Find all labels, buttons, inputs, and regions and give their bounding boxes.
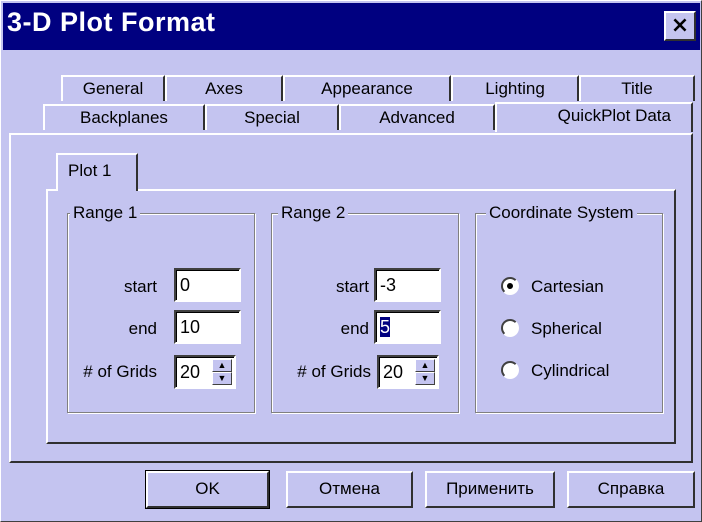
range-2-legend: Range 2 xyxy=(278,202,349,224)
tab-backplanes[interactable]: Backplanes xyxy=(43,104,205,130)
subtab-label: Plot 1 xyxy=(68,161,112,180)
range-1-legend: Range 1 xyxy=(70,202,141,224)
label-spherical[interactable]: Spherical xyxy=(531,319,602,339)
tab-label: General xyxy=(82,79,144,98)
tab-lighting[interactable]: Lighting xyxy=(451,75,579,101)
range-1-end-label: end xyxy=(128,319,157,338)
range-2-grids-spinner[interactable]: ▲ ▼ xyxy=(415,359,435,385)
spin-up-icon[interactable]: ▲ xyxy=(415,359,435,372)
range-1-start-value: 0 xyxy=(180,275,191,295)
cancel-button[interactable]: Отмена xyxy=(286,471,413,508)
window-title: 3-D Plot Format xyxy=(7,7,216,37)
coordinate-system-group: Coordinate System xyxy=(475,202,663,413)
apply-button[interactable]: Применить xyxy=(425,471,555,508)
range-2-end-label: end xyxy=(340,319,369,338)
range-2-grids-label: # of Grids xyxy=(297,362,371,381)
radio-cartesian[interactable] xyxy=(501,277,519,295)
close-icon: × xyxy=(670,13,690,38)
range-2-end-input[interactable]: 5 xyxy=(374,310,441,344)
tab-label: Axes xyxy=(205,79,243,98)
range-2-start-input[interactable]: -3 xyxy=(374,268,441,302)
help-button[interactable]: Справка xyxy=(567,471,695,508)
tab-special[interactable]: Special xyxy=(205,104,339,130)
tab-label: Appearance xyxy=(321,79,413,98)
radio-selected-dot xyxy=(507,283,513,289)
range-1-start-label: start xyxy=(123,277,157,296)
range-2-end-value: 5 xyxy=(380,317,391,337)
tab-label: Advanced xyxy=(379,108,455,127)
tab-label: Lighting xyxy=(485,79,545,98)
range-2-grids-stepper[interactable]: 20 ▲ ▼ xyxy=(377,355,439,389)
spin-up-icon[interactable]: ▲ xyxy=(212,359,232,372)
ok-button[interactable]: OK xyxy=(145,470,270,509)
range-1-grids-spinner[interactable]: ▲ ▼ xyxy=(212,359,232,385)
tab-axes[interactable]: Axes xyxy=(165,75,283,101)
tab-title[interactable]: Title xyxy=(579,75,695,101)
subtab-plot-1[interactable]: Plot 1 xyxy=(56,153,138,191)
range-1-end-input[interactable]: 10 xyxy=(174,310,241,344)
ok-button-label: OK xyxy=(195,479,220,498)
range-1-end-value: 10 xyxy=(180,317,201,337)
spin-down-icon[interactable]: ▼ xyxy=(212,372,232,385)
tab-label: Title xyxy=(621,79,653,98)
coordinate-system-legend: Coordinate System xyxy=(486,202,637,224)
tab-general[interactable]: General xyxy=(61,75,165,101)
range-1-grids-value: 20 xyxy=(180,362,201,382)
tab-label: Backplanes xyxy=(80,108,168,127)
spin-down-icon[interactable]: ▼ xyxy=(415,372,435,385)
range-1-grids-stepper[interactable]: 20 ▲ ▼ xyxy=(174,355,236,389)
range-2-grids-value: 20 xyxy=(383,362,404,382)
cancel-button-label: Отмена xyxy=(319,479,380,498)
help-button-label: Справка xyxy=(597,479,665,498)
dialog-window: 3-D Plot Format × General Axes Appearanc… xyxy=(0,0,702,522)
title-bar[interactable]: 3-D Plot Format × xyxy=(3,3,700,50)
close-button[interactable]: × xyxy=(664,11,696,41)
tab-appearance[interactable]: Appearance xyxy=(283,75,451,101)
label-cartesian[interactable]: Cartesian xyxy=(531,277,604,297)
apply-button-label: Применить xyxy=(446,479,534,498)
range-2-start-value: -3 xyxy=(380,275,397,295)
tab-label: QuickPlot Data xyxy=(557,106,671,125)
tab-label: Special xyxy=(244,108,300,127)
range-1-start-input[interactable]: 0 xyxy=(174,268,241,302)
radio-spherical[interactable] xyxy=(501,319,519,337)
label-cylindrical[interactable]: Cylindrical xyxy=(531,361,609,381)
range-1-grids-label: # of Grids xyxy=(83,362,157,381)
range-2-start-label: start xyxy=(335,277,369,296)
radio-cylindrical[interactable] xyxy=(501,361,519,379)
tab-advanced[interactable]: Advanced xyxy=(339,104,495,130)
tab-quickplot-data[interactable]: QuickPlot Data xyxy=(495,102,693,132)
